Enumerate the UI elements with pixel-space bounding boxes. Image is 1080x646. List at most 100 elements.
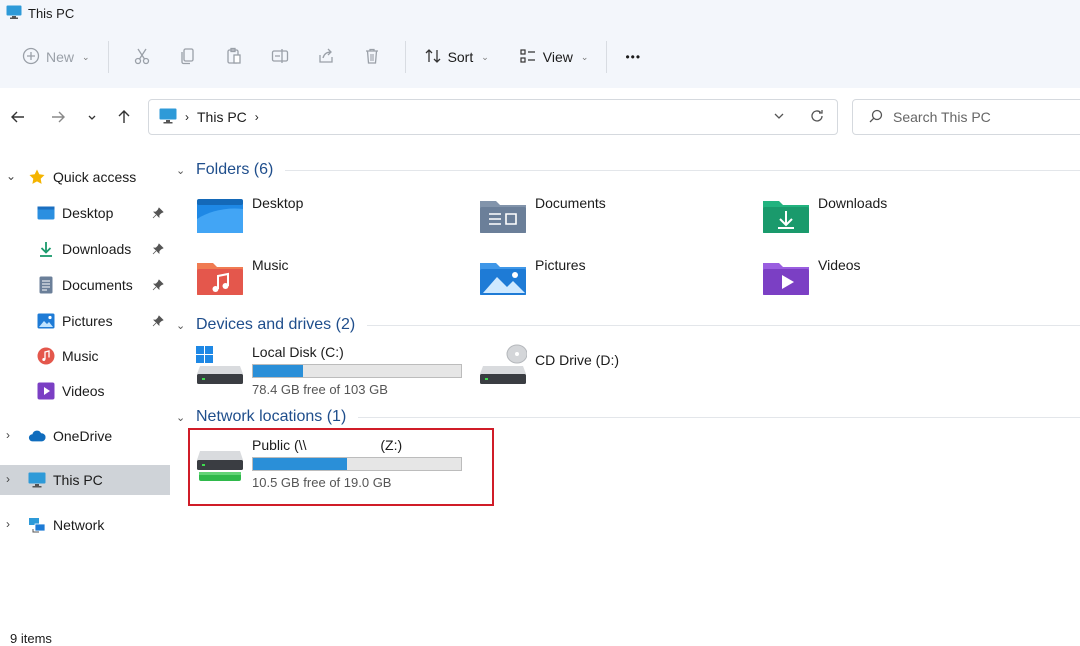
- address-dropdown-button[interactable]: [773, 109, 785, 125]
- windows-drive-icon: [196, 344, 244, 397]
- more-options-button[interactable]: •••: [617, 40, 649, 74]
- view-icon: [519, 47, 537, 68]
- chevron-down-icon[interactable]: ⌄: [176, 164, 196, 177]
- folder-label: Pictures: [535, 257, 586, 273]
- chevron-right-icon[interactable]: ›: [6, 428, 10, 442]
- folder-videos[interactable]: Videos: [762, 257, 861, 300]
- videos-icon: [37, 382, 55, 400]
- chevron-down-icon: ⌄: [82, 51, 90, 62]
- delete-button[interactable]: [349, 40, 395, 74]
- view-button[interactable]: View ⌄: [511, 40, 597, 74]
- search-placeholder: Search This PC: [893, 109, 991, 125]
- folder-label: Desktop: [252, 195, 304, 211]
- paste-button[interactable]: [211, 40, 257, 74]
- folder-documents[interactable]: Documents: [479, 195, 606, 238]
- folder-label: Downloads: [818, 195, 888, 211]
- highlight-annotation: [188, 428, 494, 506]
- sidebar-item-label: OneDrive: [53, 428, 113, 444]
- share-button[interactable]: [303, 40, 349, 74]
- pictures-icon: [37, 312, 55, 330]
- music-icon: [37, 347, 55, 365]
- breadcrumb-this-pc[interactable]: This PC: [197, 109, 247, 125]
- sidebar-item-label: Desktop: [62, 205, 114, 221]
- network-icon: [28, 516, 46, 534]
- new-label: New: [46, 49, 75, 65]
- divider: [358, 416, 1080, 418]
- sidebar-item-label: Videos: [62, 383, 105, 399]
- drive-name: Local Disk (C:): [252, 344, 344, 360]
- storage-bar: [252, 364, 462, 378]
- rename-button[interactable]: [257, 40, 303, 74]
- divider: [367, 324, 1080, 326]
- videos-folder-icon: [762, 257, 810, 300]
- drive-name: CD Drive (D:): [535, 352, 619, 368]
- pin-icon: [152, 278, 164, 294]
- arrow-left-icon: [10, 109, 26, 128]
- sidebar-item-label: Downloads: [62, 241, 132, 257]
- pictures-folder-icon: [479, 257, 527, 300]
- search-box[interactable]: Search This PC: [852, 99, 1080, 135]
- documents-folder-icon: [479, 195, 527, 238]
- back-button[interactable]: [6, 106, 30, 130]
- pin-icon: [152, 314, 164, 330]
- command-bar: New ⌄ Sort ⌄ View ⌄ •••: [0, 26, 1080, 88]
- sidebar-item-quick-access[interactable]: ⌄ Quick access: [0, 162, 170, 192]
- scissors-icon: [133, 47, 151, 68]
- arrow-up-icon: [116, 109, 132, 128]
- chevron-right-icon[interactable]: ›: [6, 517, 10, 531]
- refresh-button[interactable]: [809, 108, 825, 127]
- search-icon: [869, 109, 883, 126]
- sidebar-item-network[interactable]: › Network: [0, 510, 170, 540]
- folder-label: Videos: [818, 257, 861, 273]
- downloads-folder-icon: [762, 195, 810, 238]
- sidebar-item-videos[interactable]: Videos: [0, 376, 170, 406]
- sidebar-item-this-pc[interactable]: › This PC: [0, 465, 170, 495]
- navigation-pane: ⌄ Quick access Desktop Downloads Documen…: [0, 150, 172, 620]
- title-bar: This PC: [0, 0, 1080, 26]
- sidebar-item-onedrive[interactable]: › OneDrive: [0, 421, 170, 451]
- forward-button[interactable]: [46, 106, 70, 130]
- folder-label: Documents: [535, 195, 606, 211]
- section-title: Network locations (1): [196, 408, 347, 425]
- address-bar[interactable]: › This PC ›: [148, 99, 838, 135]
- recent-locations-button[interactable]: [80, 106, 104, 130]
- copy-icon: [179, 47, 197, 68]
- trash-icon: [363, 47, 381, 68]
- sidebar-item-music[interactable]: Music: [0, 341, 170, 371]
- folder-pictures[interactable]: Pictures: [479, 257, 586, 300]
- pin-icon: [152, 242, 164, 258]
- sidebar-item-documents[interactable]: Documents: [0, 270, 170, 300]
- cd-drive-icon: [479, 344, 528, 389]
- new-button[interactable]: New ⌄: [14, 40, 98, 74]
- section-header-devices[interactable]: ⌄ Devices and drives (2): [176, 313, 1080, 337]
- folder-desktop[interactable]: Desktop: [196, 195, 303, 238]
- chevron-down-icon: [87, 111, 97, 126]
- sidebar-item-label: Quick access: [53, 169, 137, 185]
- up-button[interactable]: [112, 106, 136, 130]
- more-icon: •••: [625, 50, 642, 64]
- storage-used-fill: [253, 365, 303, 377]
- sort-button[interactable]: Sort ⌄: [416, 40, 497, 74]
- copy-button[interactable]: [165, 40, 211, 74]
- chevron-down-icon[interactable]: ⌄: [6, 169, 16, 183]
- sidebar-item-downloads[interactable]: Downloads: [0, 234, 170, 264]
- chevron-down-icon: ⌄: [481, 51, 489, 62]
- sidebar-item-label: This PC: [53, 472, 103, 488]
- sidebar-item-desktop[interactable]: Desktop: [0, 198, 170, 228]
- rename-icon: [271, 47, 289, 68]
- chevron-down-icon[interactable]: ⌄: [176, 411, 196, 424]
- cut-button[interactable]: [119, 40, 165, 74]
- section-header-network[interactable]: ⌄ Network locations (1): [176, 405, 1080, 429]
- divider: [606, 41, 608, 73]
- drive-cd-d[interactable]: CD Drive (D:): [479, 344, 619, 389]
- drive-local-disk-c[interactable]: Local Disk (C:) 78.4 GB free of 103 GB: [196, 344, 462, 397]
- section-header-folders[interactable]: ⌄ Folders (6): [176, 158, 1080, 182]
- chevron-right-icon[interactable]: ›: [6, 472, 10, 486]
- desktop-folder-icon: [196, 195, 244, 238]
- window-title: This PC: [28, 5, 75, 21]
- folder-music[interactable]: Music: [196, 257, 289, 300]
- chevron-down-icon[interactable]: ⌄: [176, 319, 196, 332]
- sidebar-item-label: Pictures: [62, 313, 113, 329]
- sidebar-item-pictures[interactable]: Pictures: [0, 306, 170, 336]
- folder-downloads[interactable]: Downloads: [762, 195, 887, 238]
